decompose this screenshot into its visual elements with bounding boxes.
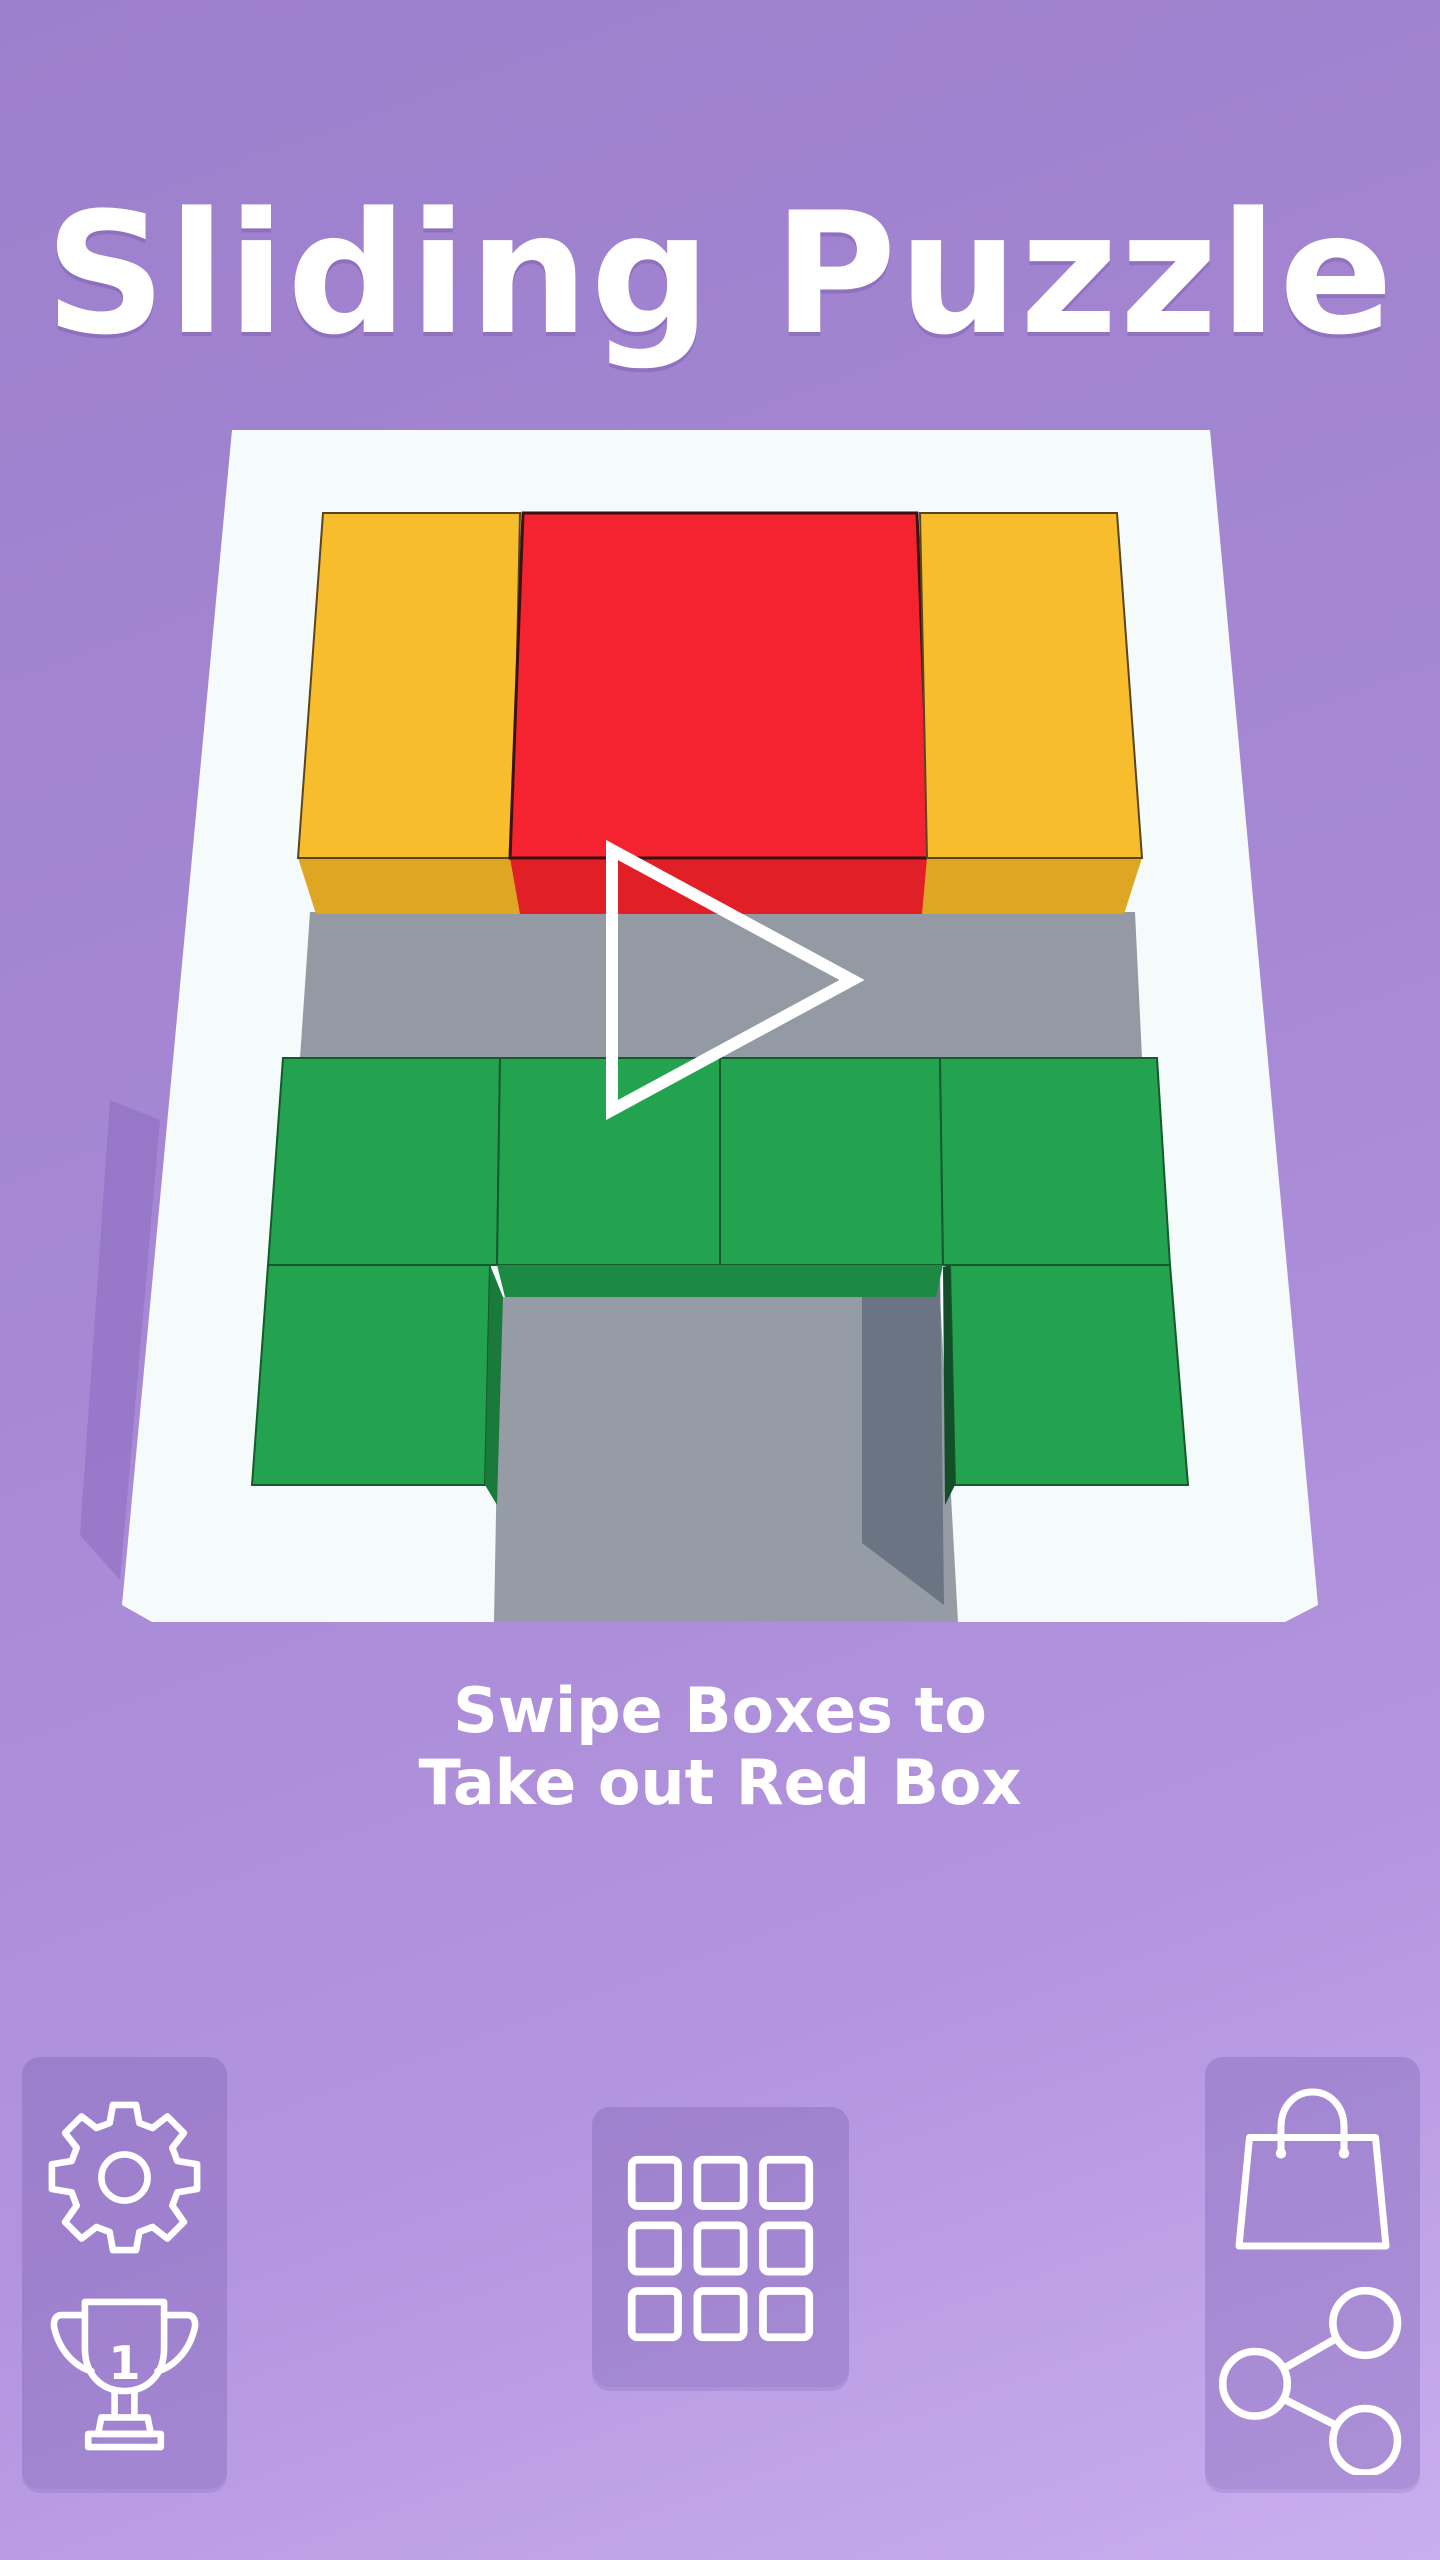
leaderboard-button[interactable]: 1 (42, 2292, 207, 2457)
instructions-line-1: Swipe Boxes to (453, 1674, 987, 1747)
yellow-block-left (296, 512, 522, 859)
leaderboard-rank: 1 (108, 2336, 141, 2390)
share-icon (1218, 2286, 1402, 2475)
play-button[interactable] (590, 830, 870, 1130)
grid-icon (627, 2155, 814, 2342)
green-block-r2c1-side (485, 1265, 503, 1505)
yellow-block-right-side (922, 858, 1142, 914)
shopping-bag-icon (1235, 2088, 1390, 2250)
right-menu-panel (1205, 2057, 1420, 2489)
levels-button[interactable] (624, 2152, 817, 2345)
green-block-r2c4 (948, 1264, 1190, 1486)
green-block-r1c3-side (720, 1265, 943, 1297)
shop-button[interactable] (1225, 2085, 1400, 2260)
floor-exit-wall (862, 1267, 944, 1605)
center-menu-panel (592, 2107, 849, 2387)
settings-button[interactable] (42, 2095, 207, 2260)
board-shadow (80, 1100, 160, 1580)
green-block-r1c4 (938, 1057, 1172, 1266)
share-button[interactable] (1217, 2285, 1407, 2475)
yellow-block-right (918, 512, 1144, 859)
instructions-text: Swipe Boxes to Take out Red Box (0, 1675, 1440, 1819)
red-block (508, 511, 932, 860)
play-icon (606, 839, 865, 1121)
yellow-block-left-side (298, 858, 522, 914)
instructions-line-2: Take out Red Box (418, 1746, 1022, 1819)
green-block-r2c4-side (943, 1265, 955, 1505)
game-title: Sliding Puzzle (44, 176, 1396, 372)
left-menu-panel: 1 (22, 2057, 227, 2489)
green-block-r2c1 (250, 1264, 492, 1486)
green-block-r1c1 (266, 1057, 502, 1266)
green-block-r1c2-side (497, 1265, 720, 1297)
floor-exit (494, 1297, 958, 1622)
gear-icon (48, 2101, 201, 2254)
